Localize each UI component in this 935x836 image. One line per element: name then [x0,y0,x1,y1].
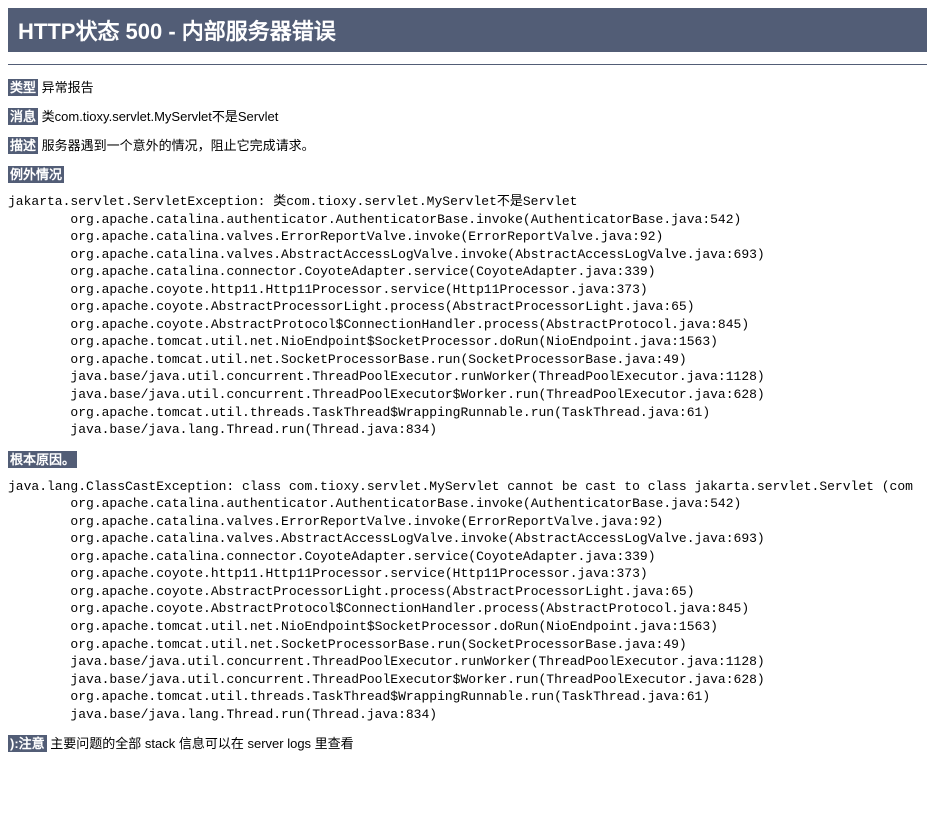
rootcause-label: 根本原因。 [8,451,77,468]
exception-label: 例外情况 [8,166,64,183]
exception-heading-row: 例外情况 [8,164,927,183]
message-label: 消息 [8,108,38,125]
note-label: ):注意 [8,735,47,752]
type-value: 异常报告 [42,80,94,95]
rootcause-heading-row: 根本原因。 [8,449,927,468]
divider [8,64,927,65]
note-row: ):注意 主要问题的全部 stack 信息可以在 server logs 里查看 [8,733,927,752]
rootcause-stacktrace: java.lang.ClassCastException: class com.… [8,478,927,724]
message-value: 类com.tioxy.servlet.MyServlet不是Servlet [42,109,279,124]
description-row: 描述 服务器遇到一个意外的情况，阻止它完成请求。 [8,135,927,154]
message-row: 消息 类com.tioxy.servlet.MyServlet不是Servlet [8,106,927,125]
page-title: HTTP状态 500 - 内部服务器错误 [8,8,927,52]
exception-stacktrace: jakarta.servlet.ServletException: 类com.t… [8,193,927,439]
note-value: 主要问题的全部 stack 信息可以在 server logs 里查看 [50,736,353,751]
description-label: 描述 [8,137,38,154]
type-label: 类型 [8,79,38,96]
type-row: 类型 异常报告 [8,77,927,96]
description-value: 服务器遇到一个意外的情况，阻止它完成请求。 [42,138,315,153]
